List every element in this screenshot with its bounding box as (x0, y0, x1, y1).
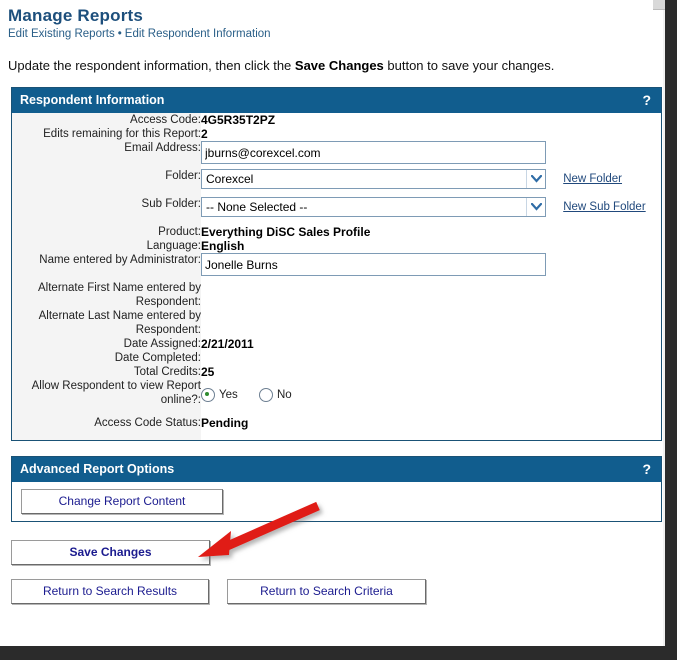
breadcrumb-link-edit-respondent-information[interactable]: Edit Respondent Information (125, 28, 271, 40)
sub-folder-select-value: -- None Selected -- (206, 200, 308, 214)
row-alternate-first-name: Alternate First Name entered by Responde… (12, 281, 661, 309)
value-date-completed (201, 351, 661, 365)
row-email-address: Email Address: (12, 141, 661, 169)
help-icon[interactable]: ? (642, 461, 653, 477)
value-alternate-first-name (201, 281, 661, 309)
row-folder: Folder: Corexcel New Folder (12, 169, 661, 197)
folder-select-value: Corexcel (206, 172, 254, 186)
radio-yes[interactable] (201, 388, 215, 402)
advanced-report-options-panel: Advanced Report Options ? Change Report … (11, 456, 662, 522)
breadcrumb-link-edit-existing-reports[interactable]: Edit Existing Reports (8, 28, 115, 40)
row-product: Product: Everything DiSC Sales Profile (12, 225, 661, 239)
intro-text-before: Update the respondent information, then … (8, 58, 295, 73)
allow-view-no-option[interactable]: No (258, 388, 292, 402)
respondent-panel-header: Respondent Information ? (12, 88, 661, 113)
value-product: Everything DiSC Sales Profile (201, 225, 371, 239)
intro-text: Update the respondent information, then … (0, 40, 665, 73)
label-sub-folder: Sub Folder: (12, 197, 201, 225)
intro-text-after: button to save your changes. (383, 58, 555, 73)
radio-yes-label: Yes (219, 389, 238, 401)
return-button-row: Return to Search Results Return to Searc… (11, 579, 665, 604)
page-content: Manage Reports Edit Existing Reports • Edi… (0, 0, 665, 604)
window-right-border (665, 0, 677, 660)
respondent-information-panel: Respondent Information ? Access Code: 4G… (11, 87, 662, 441)
new-folder-link[interactable]: New Folder (563, 173, 622, 185)
value-total-credits: 25 (201, 365, 215, 379)
advanced-panel-title: Advanced Report Options (20, 462, 175, 476)
advanced-panel-body: Change Report Content (12, 482, 661, 521)
sub-folder-select[interactable]: -- None Selected -- (201, 197, 546, 217)
row-alternate-last-name: Alternate Last Name entered by Responden… (12, 309, 661, 337)
label-alternate-last-name: Alternate Last Name entered by Responden… (12, 309, 201, 337)
label-product: Product: (12, 225, 201, 239)
value-alternate-last-name (201, 309, 661, 337)
folder-select[interactable]: Corexcel (201, 169, 546, 189)
allow-view-yes-option[interactable]: Yes (201, 388, 238, 402)
label-date-completed: Date Completed: (12, 351, 201, 365)
row-language: Language: English (12, 239, 661, 253)
intro-text-emphasis: Save Changes (294, 58, 384, 73)
label-admin-name: Name entered by Administrator: (12, 253, 201, 281)
label-date-assigned: Date Assigned: (12, 337, 201, 351)
label-folder: Folder: (12, 169, 201, 197)
window-bottom-border (0, 646, 677, 660)
label-alternate-first-name: Alternate First Name entered by Responde… (12, 281, 201, 309)
radio-no[interactable] (258, 388, 273, 402)
label-language: Language: (12, 239, 201, 253)
row-admin-name: Name entered by Administrator: (12, 253, 661, 281)
label-access-code-status: Access Code Status: (12, 416, 201, 440)
value-language: English (201, 239, 245, 253)
change-report-content-button[interactable]: Change Report Content (21, 489, 223, 514)
value-date-assigned: 2/21/2011 (201, 337, 254, 351)
label-access-code: Access Code: (12, 113, 201, 127)
row-allow-view-online: Allow Respondent to view Report online?:… (12, 379, 661, 416)
return-to-search-criteria-button[interactable]: Return to Search Criteria (227, 579, 426, 604)
advanced-panel-header: Advanced Report Options ? (12, 457, 661, 482)
email-field[interactable] (201, 141, 546, 164)
radio-no-label: No (276, 389, 292, 401)
save-changes-button[interactable]: Save Changes (11, 540, 210, 565)
value-access-code-status: Pending (201, 416, 249, 430)
label-total-credits: Total Credits: (12, 365, 201, 379)
row-sub-folder: Sub Folder: -- None Selected -- New Sub … (12, 197, 661, 225)
row-access-code-status: Access Code Status: Pending (12, 416, 661, 440)
label-edits-remaining: Edits remaining for this Report: (12, 127, 201, 141)
chevron-down-icon[interactable] (526, 170, 545, 188)
value-access-code: 4G5R35T2PZ (201, 113, 276, 127)
value-edits-remaining: 2 (201, 127, 208, 141)
page-title: Manage Reports (8, 6, 144, 25)
return-to-search-results-button[interactable]: Return to Search Results (11, 579, 209, 604)
respondent-panel-title: Respondent Information (20, 93, 165, 107)
row-access-code: Access Code: 4G5R35T2PZ (12, 113, 661, 127)
label-email-address: Email Address: (12, 141, 201, 169)
row-date-completed: Date Completed: (12, 351, 661, 365)
label-allow-view-online: Allow Respondent to view Report online?: (12, 379, 201, 416)
breadcrumb-separator: • (117, 28, 122, 40)
new-sub-folder-link[interactable]: New Sub Folder (563, 201, 645, 213)
respondent-panel-body: Access Code: 4G5R35T2PZ Edits remaining … (12, 113, 661, 440)
respondent-form-table: Access Code: 4G5R35T2PZ Edits remaining … (12, 113, 661, 440)
help-icon[interactable]: ? (642, 92, 653, 108)
chevron-down-icon[interactable] (526, 198, 545, 216)
row-edits-remaining: Edits remaining for this Report: 2 (12, 127, 661, 141)
row-total-credits: Total Credits: 25 (12, 365, 661, 379)
admin-name-field[interactable] (201, 253, 546, 276)
breadcrumb: Edit Existing Reports • Edit Respondent In… (0, 26, 665, 40)
scrollbar-nub[interactable] (653, 0, 665, 10)
row-date-assigned: Date Assigned: 2/21/2011 (12, 337, 661, 351)
save-button-row: Save Changes (11, 540, 665, 565)
page-root: Manage Reports Edit Existing Reports • Edi… (0, 0, 677, 660)
